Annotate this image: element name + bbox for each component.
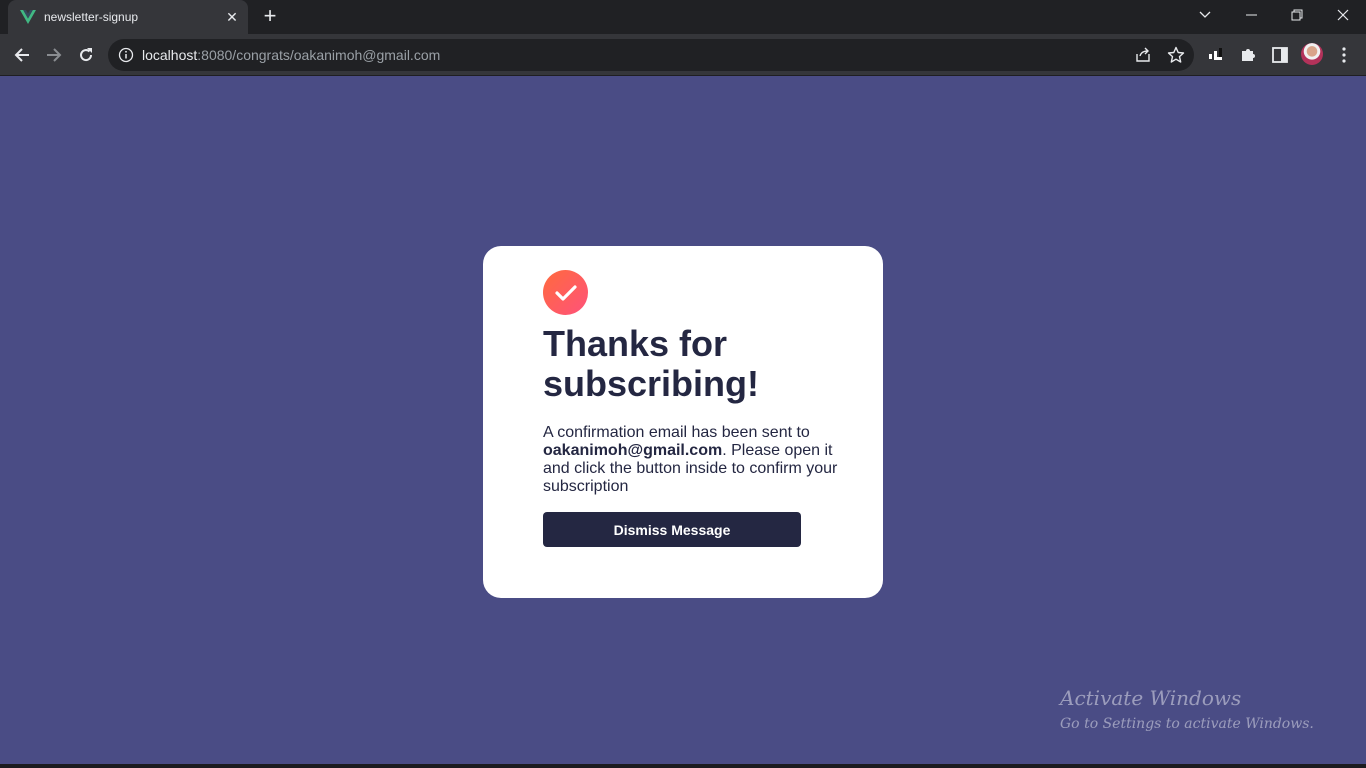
info-icon[interactable] — [118, 47, 134, 63]
watermark-subtitle: Go to Settings to activate Windows. — [1060, 716, 1314, 732]
activate-windows-watermark: Activate Windows Go to Settings to activ… — [1060, 686, 1314, 732]
address-bar[interactable]: localhost:8080/congrats/oakanimoh@gmail.… — [108, 39, 1194, 71]
browser-toolbar: localhost:8080/congrats/oakanimoh@gmail.… — [0, 34, 1366, 76]
reload-icon[interactable] — [74, 43, 98, 67]
url-path: :8080/congrats/oakanimoh@gmail.com — [197, 47, 441, 63]
window-close-icon[interactable] — [1320, 0, 1366, 30]
share-icon[interactable] — [1134, 46, 1152, 64]
sidepanel-icon[interactable] — [1270, 45, 1290, 65]
title-line-2: subscribing! — [543, 363, 760, 404]
back-icon[interactable] — [10, 43, 34, 67]
page-title: Thanks for subscribing! — [543, 324, 843, 404]
dismiss-button[interactable]: Dismiss Message — [543, 512, 801, 547]
star-icon[interactable] — [1167, 46, 1185, 64]
success-card: Thanks for subscribing! A confirmation e… — [483, 246, 883, 598]
kebab-menu-icon[interactable] — [1334, 45, 1354, 65]
check-icon — [543, 270, 588, 315]
restore-icon[interactable] — [1274, 0, 1320, 30]
vue-favicon-icon — [20, 10, 36, 24]
forward-icon[interactable] — [42, 43, 66, 67]
close-icon[interactable]: ✕ — [224, 9, 240, 25]
message-before: A confirmation email has been sent to — [543, 424, 810, 441]
chevron-down-icon[interactable] — [1182, 0, 1228, 30]
confirmation-message: A confirmation email has been sent to oa… — [543, 424, 853, 496]
watermark-title: Activate Windows — [1060, 686, 1242, 710]
title-line-1: Thanks for — [543, 323, 728, 364]
taskbar-edge — [0, 764, 1366, 768]
browser-titlebar: newsletter-signup ✕ + — [0, 0, 1366, 34]
browser-tab[interactable]: newsletter-signup ✕ — [8, 0, 248, 34]
extension-icon[interactable] — [1206, 45, 1226, 65]
url-host: localhost — [142, 47, 198, 63]
avatar[interactable] — [1301, 43, 1323, 65]
minimize-icon[interactable] — [1228, 0, 1274, 30]
plus-icon[interactable]: + — [258, 5, 282, 29]
subscriber-email: oakanimoh@gmail.com — [543, 442, 723, 459]
tab-title: newsletter-signup — [44, 10, 139, 24]
url-text[interactable]: localhost:8080/congrats/oakanimoh@gmail.… — [142, 47, 440, 63]
puzzle-icon[interactable] — [1238, 45, 1258, 65]
